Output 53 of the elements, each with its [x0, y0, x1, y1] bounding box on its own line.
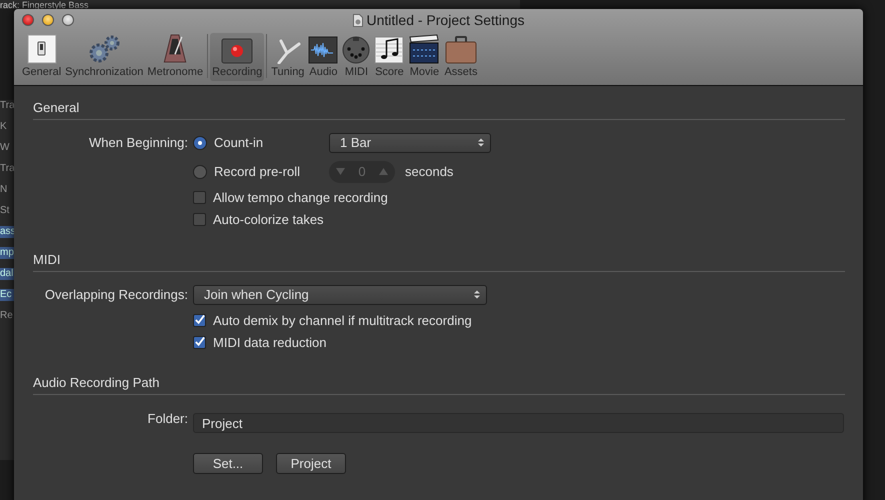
toolbar-tab[interactable]: Audio	[306, 33, 340, 81]
zoom-button[interactable]	[62, 14, 74, 26]
switch-icon	[26, 34, 57, 64]
push-button[interactable]: Project	[276, 452, 346, 474]
background-text: N	[0, 184, 8, 196]
waveform-icon	[308, 36, 338, 64]
count-in-popup[interactable]: 1 Bar	[329, 132, 491, 152]
field-label: Folder:	[146, 410, 188, 426]
checkmark-icon	[194, 336, 205, 348]
overlap-popup[interactable]: Join when Cycling	[193, 284, 487, 304]
close-button[interactable]	[22, 14, 34, 26]
background-text: St	[0, 205, 10, 217]
updown-arrows-icon	[478, 138, 484, 147]
preroll-radio[interactable]: Record pre-roll	[193, 164, 319, 179]
background-text: Re	[0, 310, 14, 322]
background-text: W	[0, 142, 10, 154]
folder-field[interactable]: Project	[193, 413, 844, 433]
track-name: rack: Fingerstyle Bass	[0, 0, 89, 10]
section-heading: General	[33, 100, 80, 115]
updown-arrows-icon	[474, 290, 480, 299]
gears-icon	[87, 34, 122, 64]
toolbar-tab[interactable]: Assets	[442, 33, 480, 81]
midi-port-icon	[342, 36, 370, 64]
background-text: Tra	[0, 163, 16, 175]
clapperboard-icon	[408, 34, 440, 64]
section-heading: MIDI	[33, 252, 62, 267]
toolbar-tab[interactable]: Tuning	[269, 33, 306, 81]
push-button[interactable]: Set...	[193, 452, 263, 474]
metronome-icon	[163, 33, 188, 64]
background-text: Tra	[0, 100, 16, 112]
toolbar-tab[interactable]: Movie	[406, 33, 442, 81]
section-heading: Audio Recording Path	[33, 375, 160, 390]
field-label: When Beginning:	[88, 135, 188, 150]
toolbar-tab[interactable]: General	[20, 33, 64, 81]
checkmark-icon	[194, 314, 205, 326]
checkbox[interactable]: Auto-colorize takes	[193, 212, 324, 226]
document-icon	[352, 14, 363, 26]
toolbar-tab[interactable]: Metronome	[145, 33, 206, 81]
field-label: Overlapping Recordings:	[44, 287, 188, 302]
record-icon	[221, 38, 254, 64]
checkbox[interactable]: MIDI data reduction	[193, 334, 326, 350]
toolbar-tab[interactable]: Score	[372, 33, 406, 81]
music-notes-icon	[374, 36, 404, 64]
window-title: Untitled - Project Settings	[366, 12, 524, 28]
checkbox[interactable]: Allow tempo change recording	[193, 190, 388, 204]
background-text: K	[0, 121, 8, 133]
count-in-radio[interactable]: Count-in	[193, 135, 319, 150]
toolbar-tab[interactable]: Synchronization	[63, 33, 146, 81]
minimize-button[interactable]	[42, 14, 54, 26]
toolbar-tab[interactable]: MIDI	[340, 33, 372, 81]
unit-label: seconds	[405, 164, 454, 179]
briefcase-icon	[444, 36, 477, 64]
checkbox[interactable]: Auto demix by channel if multitrack recording	[193, 312, 472, 328]
